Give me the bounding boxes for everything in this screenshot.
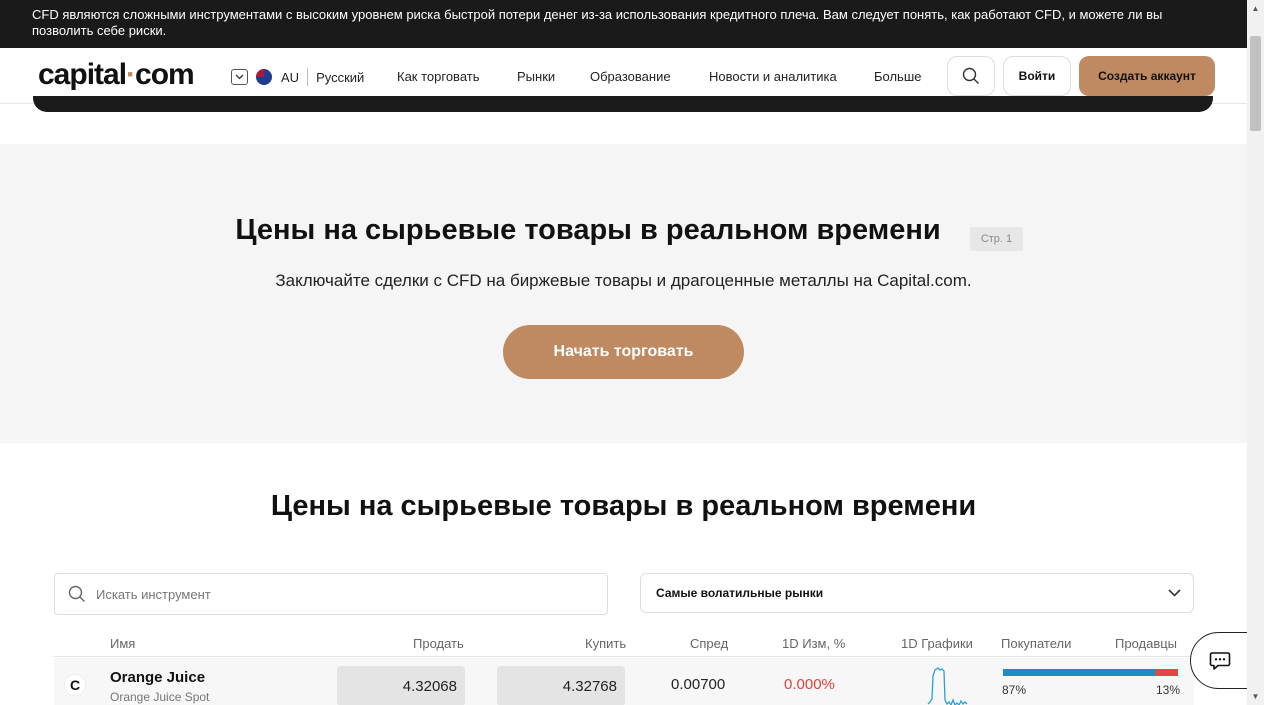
- search-icon: [962, 67, 979, 84]
- hero-section: Цены на сырьевые товары в реальном време…: [0, 144, 1247, 443]
- filter-selected-value: Самые волатильные рынки: [656, 586, 824, 600]
- col-buyers: Покупатели: [1001, 636, 1072, 651]
- sellers-bar: [1155, 669, 1178, 676]
- language-selector[interactable]: Русский: [316, 70, 364, 85]
- divider: [307, 68, 309, 86]
- col-buy[interactable]: Купить: [585, 636, 626, 651]
- scrollbar-thumb[interactable]: [1250, 36, 1261, 131]
- scroll-down-arrow[interactable]: ▼: [1247, 688, 1264, 705]
- table-row[interactable]: C Orange Juice Orange Juice Spot 4.32068…: [54, 658, 1194, 705]
- scrollbar[interactable]: ▲ ▼: [1247, 0, 1264, 705]
- page-badge: Стр. 1: [970, 227, 1023, 251]
- search-input[interactable]: [96, 579, 576, 609]
- nav-education[interactable]: Образование: [590, 69, 671, 84]
- col-spread[interactable]: Спред: [690, 636, 728, 651]
- start-trading-button[interactable]: Начать торговать: [503, 325, 744, 379]
- nav-news-analytics[interactable]: Новости и аналитика: [709, 69, 837, 84]
- change-value: 0.000%: [784, 676, 835, 693]
- logo-text-right: com: [135, 58, 195, 91]
- buyers-percent: 87%: [1002, 683, 1027, 697]
- search-button[interactable]: [947, 56, 995, 96]
- login-button[interactable]: Войти: [1003, 56, 1071, 96]
- chevron-down-icon[interactable]: [231, 69, 248, 85]
- chat-button[interactable]: [1190, 632, 1252, 689]
- instrument-search[interactable]: [54, 573, 608, 615]
- section-title: Цены на сырьевые товары в реальном време…: [270, 490, 977, 522]
- market-filter-select[interactable]: Самые волатильные рынки: [640, 573, 1194, 613]
- sell-price-button[interactable]: 4.32068: [337, 666, 465, 705]
- logo[interactable]: capital·com: [38, 58, 195, 92]
- sellers-percent: 13%: [1156, 683, 1181, 697]
- sentiment-bar: [1003, 669, 1178, 676]
- dark-banner-edge: [33, 96, 1213, 112]
- table-header: Имя Продать Купить Спред 1D Изм, % 1D Гр…: [54, 633, 1194, 657]
- nav-more[interactable]: Больше: [874, 69, 922, 84]
- region-selector[interactable]: AU Русский: [231, 68, 364, 86]
- hero-subtitle: Заключайте сделки с CFD на биржевые това…: [275, 271, 972, 290]
- page: CFD являются сложными инструментами с вы…: [0, 0, 1264, 705]
- risk-warning-text: CFD являются сложными инструментами с вы…: [32, 7, 1163, 38]
- nav-how-to-trade[interactable]: Как торговать: [397, 69, 480, 84]
- scroll-up-arrow[interactable]: ▲: [1247, 0, 1264, 17]
- sparkline-chart: [927, 667, 968, 705]
- spread-value: 0.00700: [671, 676, 726, 693]
- region-code: AU: [281, 69, 300, 85]
- instrument-logo: C: [64, 674, 86, 696]
- risk-warning-banner: CFD являются сложными инструментами с вы…: [0, 0, 1247, 48]
- instrument-subtitle: Orange Juice Spot: [110, 690, 210, 704]
- logo-dot: ·: [126, 58, 136, 91]
- create-account-button[interactable]: Создать аккаунт: [1079, 56, 1215, 96]
- chevron-down-icon: [1168, 589, 1181, 597]
- flag-au-icon: [256, 69, 272, 85]
- col-sell[interactable]: Продать: [413, 636, 464, 651]
- buyers-bar: [1003, 669, 1155, 676]
- col-chart: 1D Графики: [901, 636, 973, 651]
- chat-icon: [1209, 651, 1231, 670]
- logo-text-left: capital: [38, 58, 127, 91]
- col-name[interactable]: Имя: [110, 636, 135, 651]
- buy-price-button[interactable]: 4.32768: [497, 666, 625, 705]
- search-icon: [68, 585, 85, 602]
- instrument-name[interactable]: Orange Juice: [110, 669, 205, 686]
- col-change[interactable]: 1D Изм, %: [782, 636, 845, 651]
- col-sellers: Продавцы: [1115, 636, 1178, 651]
- nav-markets[interactable]: Рынки: [517, 69, 555, 84]
